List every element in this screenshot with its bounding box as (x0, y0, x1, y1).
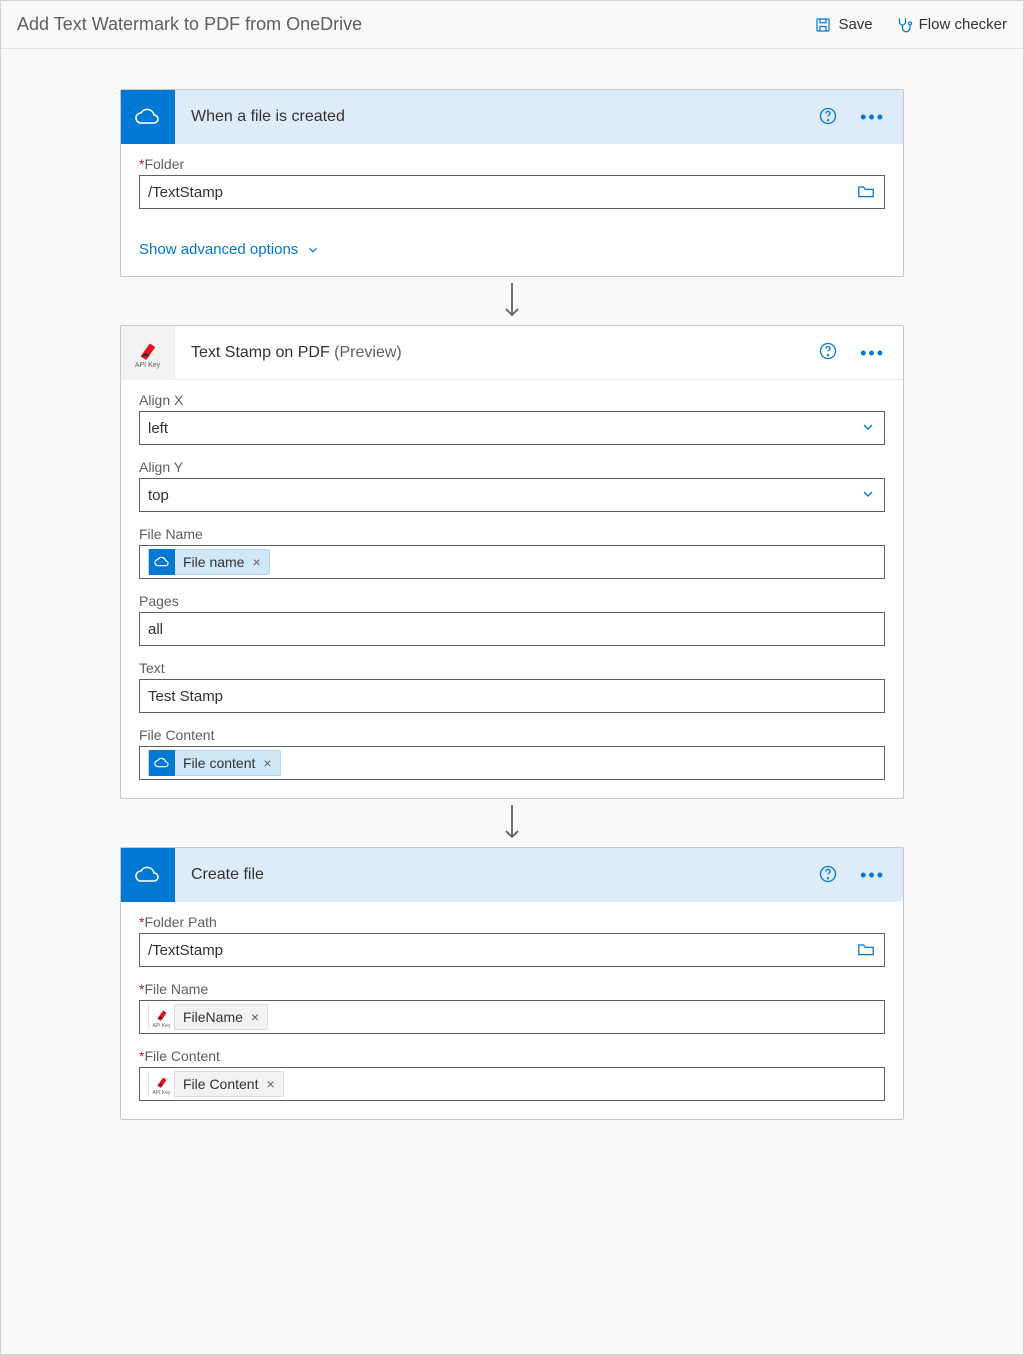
page-title: Add Text Watermark to PDF from OneDrive (17, 14, 814, 35)
folderpath-value: /TextStamp (148, 942, 856, 959)
token-label: File content (183, 755, 255, 771)
token-label: File name (183, 554, 244, 570)
api-key-icon: API Key (149, 1004, 175, 1030)
save-label: Save (838, 16, 872, 33)
stethoscope-icon (895, 16, 913, 34)
step-textstamp-header[interactable]: API Key Text Stamp on PDF (Preview) ••• (121, 326, 903, 380)
chevron-down-icon (306, 243, 320, 257)
filename-input[interactable]: API Key FileName × (139, 1000, 885, 1034)
alignx-select[interactable]: left (139, 411, 885, 445)
show-advanced-label: Show advanced options (139, 241, 298, 258)
flow-checker-label: Flow checker (919, 16, 1007, 33)
chevron-down-icon (860, 486, 876, 505)
filecontent-label: *File Content (139, 1048, 885, 1064)
alignx-field: Align X left (139, 392, 885, 445)
folder-input[interactable]: /TextStamp (139, 175, 885, 209)
step-createfile-card: Create file ••• *Folder Path /TextStamp (120, 847, 904, 1120)
aligny-value: top (148, 487, 860, 504)
step-createfile-title: Create file (175, 866, 818, 884)
api-key-icon: API Key (149, 1071, 175, 1097)
aligny-field: Align Y top (139, 459, 885, 512)
flow-canvas: When a file is created ••• *Folder /Text… (1, 49, 1023, 1150)
step-trigger-card: When a file is created ••• *Folder /Text… (120, 89, 904, 277)
pages-value: all (148, 621, 876, 638)
filename-label: File Name (139, 526, 885, 542)
step-textstamp-body: Align X left Align Y top Fil (121, 380, 903, 798)
text-label: Text (139, 660, 885, 676)
remove-token-icon[interactable]: × (251, 1009, 259, 1025)
filecontent-input[interactable]: File content × (139, 746, 885, 780)
save-button[interactable]: Save (814, 16, 872, 34)
filecontent-token[interactable]: File content × (148, 750, 281, 776)
flow-checker-button[interactable]: Flow checker (895, 16, 1007, 34)
show-advanced-link[interactable]: Show advanced options (139, 241, 320, 258)
topbar: Add Text Watermark to PDF from OneDrive … (1, 1, 1023, 49)
onedrive-icon (121, 848, 175, 902)
pages-label: Pages (139, 593, 885, 609)
folder-label: *Folder (139, 156, 885, 172)
folderpath-input[interactable]: /TextStamp (139, 933, 885, 967)
onedrive-icon (121, 90, 175, 144)
step-trigger-title: When a file is created (175, 108, 818, 126)
more-menu-icon[interactable]: ••• (860, 344, 885, 362)
pages-input[interactable]: all (139, 612, 885, 646)
remove-token-icon[interactable]: × (266, 1076, 274, 1092)
filecontent-field: File Content File content × (139, 727, 885, 780)
step-trigger-body: *Folder /TextStamp Show advanced options (121, 144, 903, 276)
text-input[interactable]: Test Stamp (139, 679, 885, 713)
pages-field: Pages all (139, 593, 885, 646)
text-value: Test Stamp (148, 688, 876, 705)
filecontent-input[interactable]: API Key File Content × (139, 1067, 885, 1101)
folderpath-field: *Folder Path /TextStamp (139, 914, 885, 967)
filename-field: *File Name API Key FileName × (139, 981, 885, 1034)
step-createfile-header[interactable]: Create file ••• (121, 848, 903, 902)
remove-token-icon[interactable]: × (252, 554, 260, 570)
step-textstamp-title: Text Stamp on PDF (Preview) (175, 344, 818, 362)
step-createfile-body: *Folder Path /TextStamp *File Name API K… (121, 902, 903, 1119)
aligny-label: Align Y (139, 459, 885, 475)
onedrive-icon (149, 750, 175, 776)
folderpath-label: *Folder Path (139, 914, 885, 930)
aligny-select[interactable]: top (139, 478, 885, 512)
filename-field: File Name File name × (139, 526, 885, 579)
folder-picker-icon[interactable] (856, 941, 876, 960)
token-label: File Content (183, 1076, 258, 1092)
folder-value: /TextStamp (148, 184, 856, 201)
onedrive-icon (149, 549, 175, 575)
alignx-label: Align X (139, 392, 885, 408)
token-label: FileName (183, 1009, 243, 1025)
connector-arrow (500, 799, 524, 847)
alignx-value: left (148, 420, 860, 437)
help-icon[interactable] (818, 341, 838, 364)
filecontent-token[interactable]: API Key File Content × (148, 1071, 284, 1097)
save-icon (814, 16, 832, 34)
api-key-icon: API Key (121, 326, 175, 380)
help-icon[interactable] (818, 864, 838, 887)
filecontent-field: *File Content API Key File Content × (139, 1048, 885, 1101)
filecontent-label: File Content (139, 727, 885, 743)
chevron-down-icon (860, 419, 876, 438)
topbar-actions: Save Flow checker (814, 16, 1007, 34)
folder-picker-icon[interactable] (856, 183, 876, 202)
filename-token[interactable]: File name × (148, 549, 270, 575)
step-textstamp-card: API Key Text Stamp on PDF (Preview) ••• … (120, 325, 904, 799)
folder-field: *Folder /TextStamp (139, 156, 885, 209)
text-field: Text Test Stamp (139, 660, 885, 713)
remove-token-icon[interactable]: × (263, 755, 271, 771)
connector-arrow (500, 277, 524, 325)
filename-label: *File Name (139, 981, 885, 997)
help-icon[interactable] (818, 106, 838, 129)
more-menu-icon[interactable]: ••• (860, 108, 885, 126)
step-trigger-header[interactable]: When a file is created ••• (121, 90, 903, 144)
filename-input[interactable]: File name × (139, 545, 885, 579)
more-menu-icon[interactable]: ••• (860, 866, 885, 884)
filename-token[interactable]: API Key FileName × (148, 1004, 268, 1030)
